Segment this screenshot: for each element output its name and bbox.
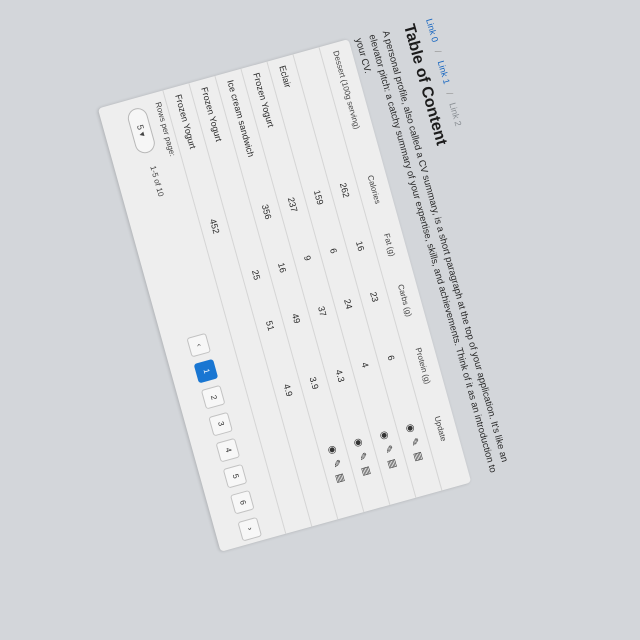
breadcrumb-link-0[interactable]: Link 0: [424, 17, 440, 43]
breadcrumb-separator: /: [432, 48, 444, 54]
breadcrumb-link-1[interactable]: Link 1: [436, 59, 452, 85]
view-icon[interactable]: ◉: [352, 437, 365, 448]
page-button-2[interactable]: 2: [200, 385, 226, 410]
prev-page-button[interactable]: ‹: [186, 332, 212, 358]
rows-per-page-select[interactable]: 5 ▾: [125, 105, 158, 156]
chevron-down-icon: ▾: [136, 130, 148, 138]
delete-icon[interactable]: ▤: [334, 472, 347, 484]
next-page-button[interactable]: ›: [237, 516, 262, 542]
breadcrumb-link-2[interactable]: Link 2: [447, 101, 463, 127]
page-button-1[interactable]: 1: [193, 359, 219, 384]
rotated-page: Link 0 / Link 1 / Link 2 Table of Conten…: [0, 0, 565, 629]
breadcrumb-separator: /: [444, 90, 455, 96]
page-button-3[interactable]: 3: [208, 411, 233, 437]
view-icon[interactable]: ◉: [404, 422, 417, 433]
edit-icon[interactable]: ✎: [356, 451, 369, 462]
pagination-range: 1-5 of 10: [148, 164, 166, 198]
rows-per-page-value: 5: [134, 123, 146, 132]
delete-icon[interactable]: ▤: [360, 465, 373, 477]
edit-icon[interactable]: ✎: [382, 444, 395, 455]
page-button-5[interactable]: 5: [222, 464, 248, 489]
page-button-6[interactable]: 6: [230, 490, 255, 515]
view-icon[interactable]: ◉: [326, 444, 339, 455]
edit-icon[interactable]: ✎: [330, 458, 343, 469]
delete-icon[interactable]: ▤: [412, 451, 425, 463]
screenshot-canvas: Link 0 / Link 1 / Link 2 Table of Conten…: [0, 0, 640, 640]
edit-icon[interactable]: ✎: [408, 437, 421, 448]
page-button-4[interactable]: 4: [215, 437, 241, 463]
delete-icon[interactable]: ▤: [386, 458, 399, 470]
view-icon[interactable]: ◉: [378, 430, 391, 441]
